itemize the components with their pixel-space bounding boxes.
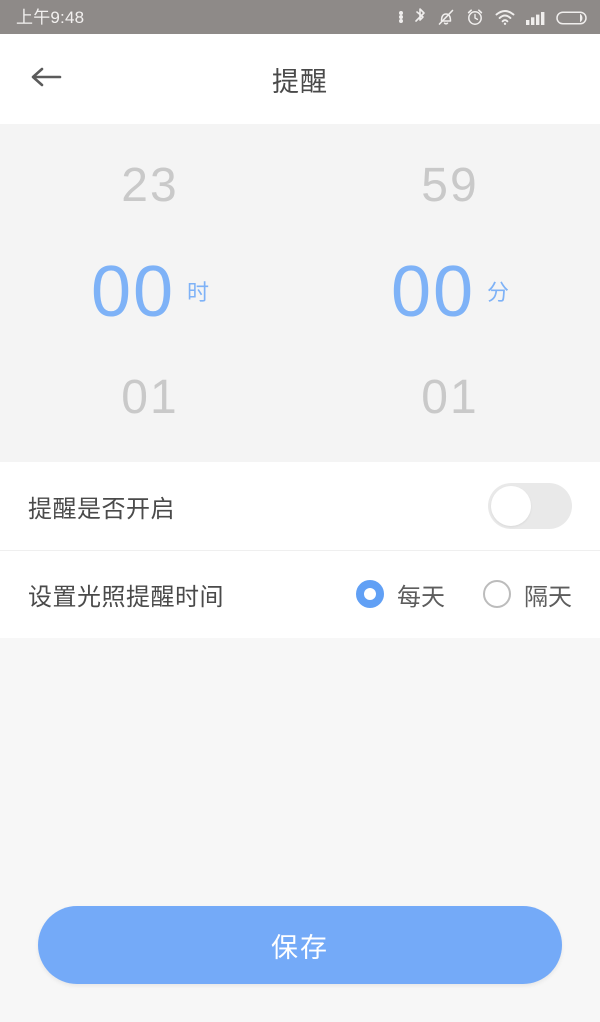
reminder-frequency-label: 设置光照提醒时间 bbox=[28, 583, 224, 611]
empty-space bbox=[0, 638, 600, 906]
radio-daily-label: 每天 bbox=[397, 583, 445, 611]
status-bar-icons bbox=[399, 7, 588, 27]
minute-selected-value: 00 bbox=[390, 252, 476, 332]
minute-unit-label: 分 bbox=[487, 280, 510, 305]
minute-next-value[interactable]: 01 bbox=[300, 374, 600, 422]
page-title: 提醒 bbox=[272, 66, 328, 97]
status-bar-clock: 上午9:48 bbox=[16, 7, 85, 27]
settings-list: 提醒是否开启 设置光照提醒时间 每天 隔天 bbox=[0, 462, 600, 638]
toggle-knob bbox=[491, 486, 531, 526]
hour-unit-label: 时 bbox=[187, 280, 210, 305]
reminder-enable-toggle[interactable] bbox=[488, 483, 572, 529]
reminder-enable-row[interactable]: 提醒是否开启 bbox=[0, 462, 600, 550]
radio-option-daily[interactable]: 每天 bbox=[356, 577, 445, 612]
minute-prev-value[interactable]: 59 bbox=[300, 162, 600, 210]
radio-alternate-label: 隔天 bbox=[524, 583, 572, 611]
hour-selected-value: 00 bbox=[90, 252, 176, 332]
time-picker: 23 00 时 01 59 00 分 01 bbox=[0, 124, 600, 462]
alarm-icon bbox=[465, 7, 485, 27]
status-bar: 上午9:48 bbox=[0, 0, 600, 34]
wifi-icon bbox=[494, 7, 516, 27]
more-dots-icon bbox=[399, 11, 403, 23]
save-button[interactable]: 保存 bbox=[38, 906, 562, 984]
radio-option-alternate[interactable]: 隔天 bbox=[483, 577, 572, 612]
silent-mode-icon bbox=[436, 7, 456, 27]
radio-alternate-icon bbox=[483, 580, 511, 608]
signal-icon bbox=[525, 7, 547, 27]
phone-screen: 上午9:48 提醒 23 00 时 01 59 00 分 01 提醒是否开启 设… bbox=[0, 0, 600, 1022]
hour-picker-column[interactable]: 23 00 时 01 bbox=[0, 124, 300, 462]
reminder-frequency-row[interactable]: 设置光照提醒时间 每天 隔天 bbox=[0, 550, 600, 638]
minute-picker-column[interactable]: 59 00 分 01 bbox=[300, 124, 600, 462]
battery-icon bbox=[556, 7, 588, 27]
footer: 保存 bbox=[0, 906, 600, 1022]
hour-prev-value[interactable]: 23 bbox=[0, 162, 300, 210]
radio-daily-icon bbox=[356, 580, 384, 608]
minute-selected-row: 00 分 bbox=[300, 256, 600, 328]
back-arrow-icon bbox=[27, 62, 67, 97]
hour-selected-row: 00 时 bbox=[0, 256, 300, 328]
app-header: 提醒 bbox=[0, 34, 600, 124]
bluetooth-icon bbox=[413, 7, 427, 27]
reminder-enable-label: 提醒是否开启 bbox=[28, 495, 175, 523]
hour-next-value[interactable]: 01 bbox=[0, 374, 300, 422]
reminder-frequency-options: 每天 隔天 bbox=[356, 577, 572, 612]
back-button[interactable] bbox=[18, 54, 76, 104]
